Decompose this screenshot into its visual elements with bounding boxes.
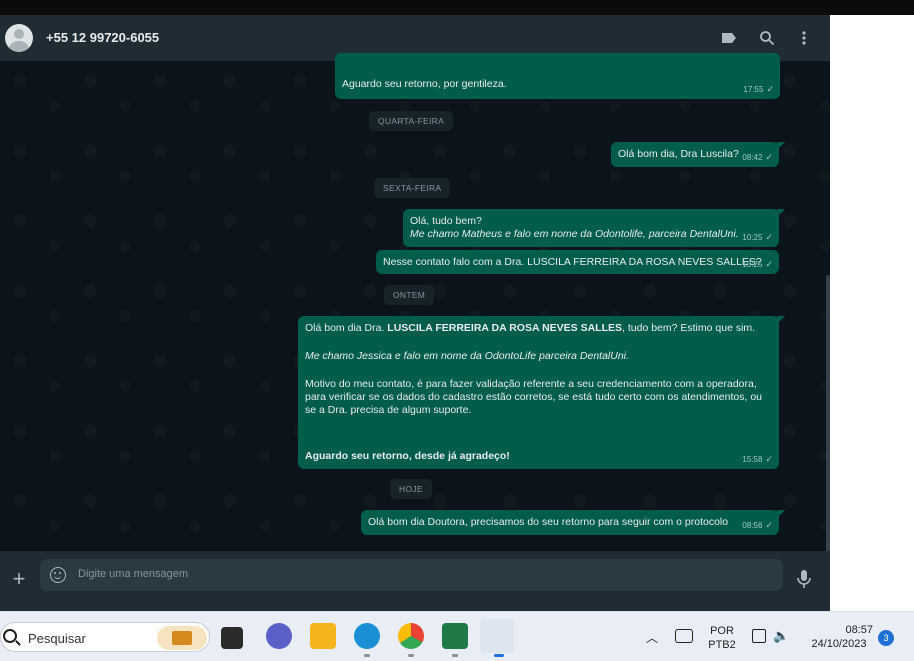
desktop: +55 12 99720-6055 Aguardo seu retorno, p… bbox=[0, 0, 914, 661]
keyboard-layout: PTB2 bbox=[708, 639, 736, 651]
sent-check-icon: ✓ bbox=[766, 84, 774, 94]
day-separator: ONTEM bbox=[384, 285, 435, 305]
message-time: 08:42 bbox=[742, 153, 763, 162]
emoji-icon[interactable] bbox=[50, 567, 66, 583]
top-strip bbox=[0, 0, 914, 15]
message-text: Aguardo seu retorno, por gentileza. bbox=[342, 78, 507, 90]
teams-icon[interactable] bbox=[266, 623, 292, 649]
taskbar-search[interactable]: Pesquisar bbox=[0, 622, 210, 652]
clock-date: 24/10/2023 bbox=[811, 638, 867, 650]
chrome-icon[interactable] bbox=[398, 623, 424, 649]
message-bubble[interactable]: Olá, tudo bem? Me chamo Matheus e falo e… bbox=[403, 209, 785, 247]
message-paragraph-1: Olá bom dia Dra. LUSCILA FERREIRA DA ROS… bbox=[305, 322, 756, 334]
message-time: 08:56 bbox=[742, 521, 763, 530]
search-icon bbox=[3, 629, 17, 643]
message-input-placeholder: Digite uma mensagem bbox=[78, 568, 189, 580]
microphone-icon[interactable] bbox=[795, 568, 813, 590]
task-view-icon[interactable] bbox=[221, 627, 243, 649]
sent-check-icon: ✓ bbox=[765, 520, 773, 530]
scrollbar[interactable] bbox=[826, 275, 830, 555]
message-time: 15:58 bbox=[742, 455, 763, 464]
message-time: 17:55 bbox=[743, 85, 764, 94]
snipping-tool-icon[interactable] bbox=[480, 619, 514, 653]
day-separator: SEXTA-FEIRA bbox=[374, 178, 451, 198]
message-paragraph-2: Me chamo Jessica e falo em nome da Odont… bbox=[305, 350, 629, 362]
message-list[interactable]: Aguardo seu retorno, por gentileza. 17:5… bbox=[0, 53, 830, 551]
sent-check-icon: ✓ bbox=[765, 259, 773, 269]
message-text: Olá bom dia Doutora, precisamos do seu r… bbox=[368, 516, 729, 528]
clock-time: 08:57 bbox=[845, 624, 873, 636]
show-hidden-icons-icon[interactable]: ︿ bbox=[646, 629, 658, 646]
display-icon[interactable] bbox=[752, 629, 766, 643]
edge-icon[interactable] bbox=[354, 623, 380, 649]
whatsapp-chat-window: +55 12 99720-6055 Aguardo seu retorno, p… bbox=[0, 15, 830, 611]
sent-check-icon: ✓ bbox=[765, 454, 773, 464]
search-icon[interactable] bbox=[757, 28, 777, 48]
message-text-line2: Me chamo Matheus e falo em nome da Odont… bbox=[410, 228, 739, 240]
message-text: Olá bom dia, Dra Luscila? bbox=[618, 148, 739, 160]
message-time: 10:25 bbox=[742, 260, 763, 269]
contact-name[interactable]: +55 12 99720-6055 bbox=[46, 30, 159, 45]
attach-plus-icon[interactable]: + bbox=[10, 568, 28, 590]
excel-icon[interactable] bbox=[442, 623, 468, 649]
message-bubble[interactable]: Olá bom dia Doutora, precisamos do seu r… bbox=[361, 510, 785, 535]
sent-check-icon: ✓ bbox=[765, 152, 773, 162]
clock[interactable]: 08:57 24/10/2023 bbox=[805, 623, 873, 651]
day-separator: QUARTA-FEIRA bbox=[369, 111, 454, 131]
message-bubble[interactable]: Olá bom dia, Dra Luscila? 08:42 ✓ bbox=[611, 142, 785, 167]
day-separator: HOJE bbox=[390, 479, 432, 499]
language-indicator[interactable]: POR PTB2 bbox=[704, 624, 740, 652]
label-icon[interactable] bbox=[719, 28, 739, 48]
windows-taskbar: Pesquisar ︿ POR PTB2 🔈 08:57 24/10/2023 … bbox=[0, 611, 914, 661]
file-explorer-icon[interactable] bbox=[310, 623, 336, 649]
message-bubble[interactable]: Olá bom dia Dra. LUSCILA FERREIRA DA ROS… bbox=[298, 316, 785, 469]
network-offline-icon[interactable] bbox=[675, 629, 693, 643]
avatar[interactable] bbox=[5, 24, 33, 52]
message-paragraph-4: Aguardo seu retorno, desde já agradeço! bbox=[305, 450, 510, 462]
message-time: 10:25 bbox=[742, 233, 763, 242]
volume-icon[interactable]: 🔈 bbox=[773, 629, 789, 643]
message-input[interactable]: Digite uma mensagem bbox=[40, 559, 783, 591]
message-paragraph-3: Motivo do meu contato, é para fazer vali… bbox=[305, 378, 762, 416]
notification-badge[interactable]: 3 bbox=[878, 630, 894, 646]
sent-check-icon: ✓ bbox=[765, 232, 773, 242]
language-code: POR bbox=[710, 625, 734, 637]
compose-bar: + Digite uma mensagem bbox=[0, 551, 830, 611]
background-area bbox=[830, 15, 914, 611]
more-menu-icon[interactable] bbox=[794, 28, 814, 48]
message-bubble[interactable]: Nesse contato falo com a Dra. LUSCILA FE… bbox=[376, 250, 779, 274]
message-text-line1: Olá, tudo bem? bbox=[410, 215, 482, 227]
taskbar-search-label: Pesquisar bbox=[28, 631, 86, 646]
message-text: Nesse contato falo com a Dra. LUSCILA FE… bbox=[383, 256, 762, 268]
message-bubble[interactable]: Aguardo seu retorno, por gentileza. 17:5… bbox=[335, 53, 780, 99]
briefcase-icon[interactable] bbox=[157, 626, 207, 650]
